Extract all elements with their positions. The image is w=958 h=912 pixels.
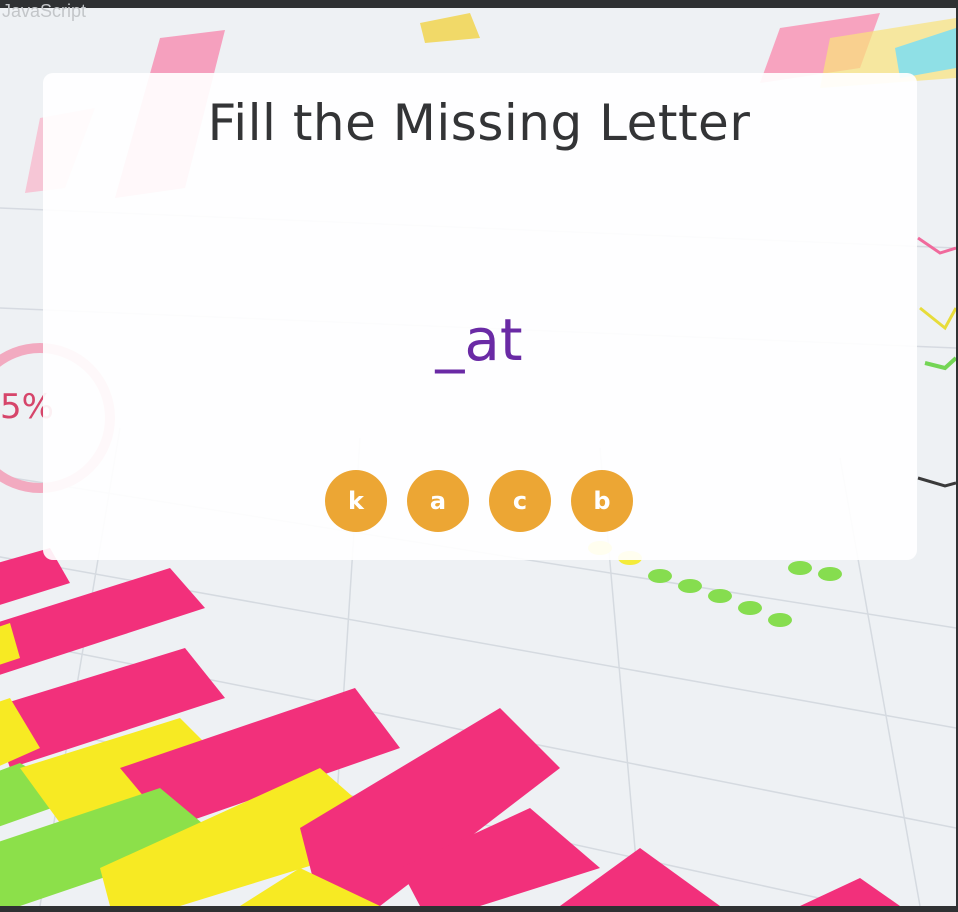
letter-options: k a c b xyxy=(0,470,958,532)
letter-option-button[interactable]: b xyxy=(571,470,633,532)
app-window: 5% JavaScript Fill the Missing Letter _a… xyxy=(0,0,958,912)
letter-option-button[interactable]: c xyxy=(489,470,551,532)
puzzle-word: _at xyxy=(435,306,523,374)
letter-option-button[interactable]: k xyxy=(325,470,387,532)
tab-title: JavaScript xyxy=(2,1,87,21)
window-bottom-bar xyxy=(0,906,958,912)
page-title: Fill the Missing Letter xyxy=(207,94,751,152)
window-top-bar xyxy=(0,0,958,8)
letter-option-button[interactable]: a xyxy=(407,470,469,532)
